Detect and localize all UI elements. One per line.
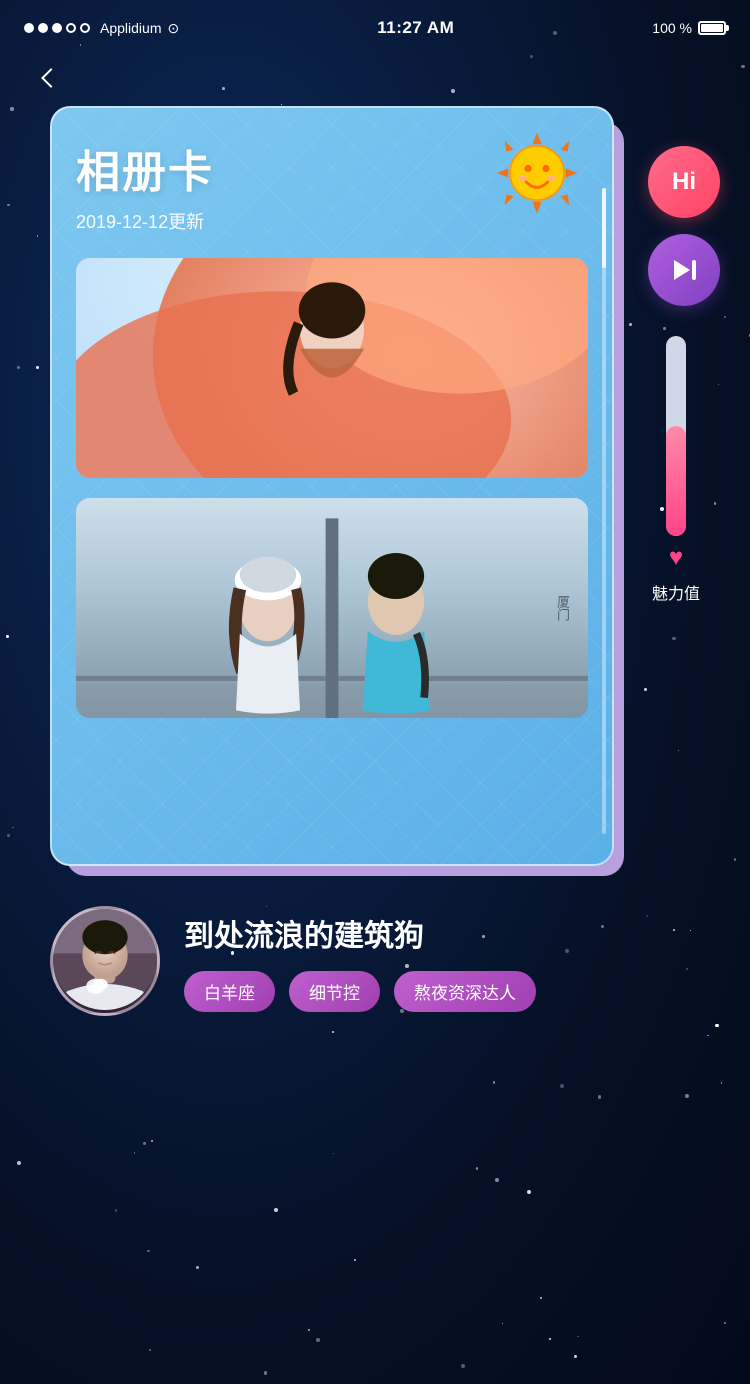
back-button[interactable] [30,60,66,96]
photo-2: 厦门 [76,498,588,718]
profile-tags: 白羊座 细节控 熬夜资深达人 [184,971,710,1012]
avatar[interactable] [50,906,160,1016]
play-next-button[interactable] [648,234,720,306]
main-content: 相册卡 2019-12-12更新 [0,96,750,866]
signal-dot-5 [80,23,90,33]
tag-1[interactable]: 白羊座 [184,971,275,1012]
tag-3[interactable]: 熬夜资深达人 [394,971,536,1012]
play-next-icon [666,252,702,288]
hi-button[interactable]: Hi [648,146,720,218]
signal-dot-4 [66,23,76,33]
side-buttons: Hi [648,106,720,306]
avatar-image [53,906,157,1013]
carrier-name: Applidium [100,20,161,36]
charm-meter: ♥ 魅力值 [652,336,700,604]
avatar-inner [53,909,157,1013]
signal-dots [24,23,90,33]
battery-body [698,21,726,35]
profile-info: 到处流浪的建筑狗 白羊座 细节控 熬夜资深达人 [184,911,710,1012]
location-text: 厦门 [553,595,572,621]
tag-2[interactable]: 细节控 [289,971,380,1012]
status-right: 100 % [652,20,726,36]
status-time: 11:27 AM [377,18,454,38]
album-card[interactable]: 相册卡 2019-12-12更新 [50,106,614,866]
signal-dot-1 [24,23,34,33]
battery-percent: 100 % [652,20,692,36]
status-bar: Applidium ⊙ 11:27 AM 100 % [0,0,750,50]
battery-fill [701,24,723,32]
card-scrollbar-thumb [602,188,606,268]
back-arrow-icon [41,68,61,88]
wifi-icon: ⊙ [167,20,179,37]
side-panel: Hi ♥ 魅力值 [632,106,720,866]
sun-decoration [492,128,582,218]
card-scrollbar[interactable] [602,188,606,834]
signal-dot-3 [52,23,62,33]
signal-dot-2 [38,23,48,33]
card-area: 相册卡 2019-12-12更新 [50,106,614,866]
battery-icon [698,21,726,35]
hi-label: Hi [672,168,696,196]
charm-label: 魅力值 [652,580,700,604]
photo-1 [76,258,588,478]
status-left: Applidium ⊙ [24,20,179,37]
charm-bar-fill [666,426,686,536]
profile-section: 到处流浪的建筑狗 白羊座 细节控 熬夜资深达人 [0,866,750,1046]
charm-bar-container [666,336,686,536]
charm-heart-icon: ♥ [669,544,683,572]
profile-name: 到处流浪的建筑狗 [184,911,710,955]
